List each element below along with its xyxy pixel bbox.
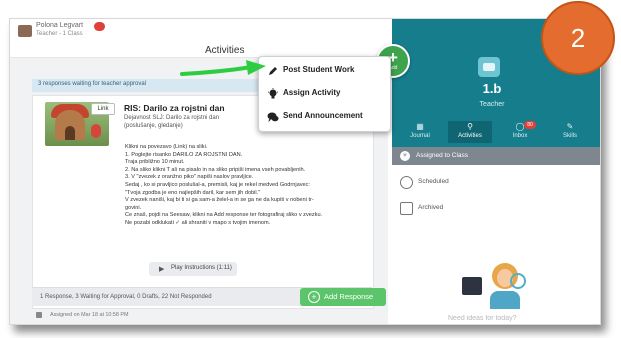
class-role: Teacher: [479, 101, 505, 108]
response-status-text: 1 Response, 3 Waiting for Approval, 0 Dr…: [40, 294, 212, 300]
step-number-badge: 2: [541, 1, 615, 75]
approval-banner-text: 3 responses waiting for teacher approval: [38, 81, 147, 87]
instruction-line: V zvezek naniši, kaj bi ti si ga sam-a ž…: [125, 197, 314, 204]
tab-skills-label: Skills: [562, 133, 577, 139]
menu-item-label: Assign Activity: [283, 88, 341, 97]
assigned-to-class-label: Assigned to Class: [416, 152, 469, 159]
play-instructions-button[interactable]: ▶ Play Instructions (1:11): [149, 262, 237, 276]
scheduled-label: Scheduled: [418, 178, 449, 185]
tab-skills[interactable]: ✎ Skills: [548, 121, 592, 143]
top-bar: Polona Legvart Teacher - 1 Class Activit…: [10, 19, 388, 58]
instruction-line: Traja približno 10 minut.: [125, 159, 185, 166]
archived-label: Archived: [418, 204, 444, 211]
tab-journal[interactable]: ▦ Journal: [398, 121, 442, 143]
menu-item-label: Post Student Work: [283, 65, 355, 74]
scheduled-row[interactable]: Scheduled: [392, 171, 600, 193]
ideas-prompt[interactable]: Need ideas for today?: [448, 315, 517, 322]
instruction-line: govini.: [125, 204, 142, 211]
instruction-line: Ne pozabi odklukati ✓ ali shraniti v map…: [125, 219, 271, 226]
book-icon: ▦: [416, 122, 424, 131]
play-instructions-label: Play Instructions (1:11): [171, 265, 232, 271]
arrow-annotation-icon: [180, 60, 266, 76]
thumbnail-character: [91, 124, 101, 138]
thumbnail-door: [65, 126, 75, 140]
teacher-illustration: [462, 259, 542, 309]
archive-icon: [400, 202, 413, 215]
clock-icon: [400, 176, 413, 189]
chalkboard-illustration: [462, 277, 482, 295]
response-status-bar: 1 Response, 3 Waiting for Approval, 0 Dr…: [32, 287, 386, 306]
activity-subtitle-2: (poslušanje, gledanje): [124, 123, 183, 129]
class-icon-face: [483, 63, 495, 71]
notification-badge: [94, 22, 105, 31]
skills-icon: ✎: [566, 122, 574, 131]
tab-inbox-label: Inbox: [512, 133, 528, 139]
add-response-button[interactable]: + Add Response: [300, 288, 386, 306]
user-name: Polona Legvart: [36, 22, 84, 29]
plus-circle-icon: +: [308, 291, 320, 303]
instruction-line: 1. Poglejte risanko DARILO ZA ROJSTNI DA…: [125, 151, 243, 158]
inbox-count-badge: 80: [524, 121, 536, 129]
link-chip[interactable]: Link: [91, 103, 115, 115]
menu-item-post-student-work[interactable]: Post Student Work: [259, 60, 390, 82]
menu-item-assign-activity[interactable]: Assign Activity: [259, 83, 390, 105]
illustration-body: [490, 291, 520, 309]
assigned-date: Assigned on Mar 18 at 10:58 PM: [50, 312, 129, 318]
activity-instructions: Klikni na povezavo (Link) na sliki. 1. P…: [125, 144, 363, 228]
tab-inbox[interactable]: ◯ Inbox 80: [498, 121, 542, 143]
tab-activities-label: Activities: [458, 133, 482, 139]
add-menu: Post Student Work Assign Activity Send A…: [258, 56, 391, 132]
menu-item-send-announcement[interactable]: Send Announcement: [259, 106, 390, 128]
lightbulb-icon: [267, 88, 279, 99]
menu-item-label: Send Announcement: [283, 111, 363, 120]
calendar-icon: [36, 312, 42, 318]
step-number: 2: [570, 23, 586, 53]
instruction-line: Če znaš, pojdi na Seesaw, klikni na Add …: [125, 212, 323, 219]
chat-bubbles-icon: [267, 112, 279, 122]
activity-subtitle: Dejavnost SLJ: Darilo za rojstni dan: [124, 115, 220, 121]
play-icon: ▶: [159, 266, 165, 273]
lightbulb-icon: ⚲: [467, 122, 473, 131]
class-icon: [478, 57, 500, 77]
instruction-line: 2. Na sliko klikni T ali na pisalo in na…: [125, 166, 306, 173]
activity-title: RIS: Darilo za rojstni dan: [124, 103, 225, 113]
archived-row[interactable]: Archived: [392, 197, 600, 219]
user-class: Teacher - 1 Class: [36, 31, 83, 37]
instruction-line: Sedaj , ko si pravljico poslušal-a, prem…: [125, 181, 310, 188]
add-response-label: Add Response: [324, 292, 374, 301]
page-title: Activities: [205, 45, 245, 56]
magnifier-illustration: [510, 273, 526, 289]
instruction-line: 3. V "zvezek z oranžno piko" napiši nasl…: [125, 174, 254, 181]
instruction-line: "Tvoja zgodba je eno najlepših daril, ka…: [125, 189, 261, 196]
avatar[interactable]: [18, 25, 32, 37]
instruction-line: Klikni na povezavo (Link) na sliki.: [125, 144, 208, 150]
lightbulb-icon: ☀: [400, 151, 410, 161]
tab-activities[interactable]: ⚲ Activities: [448, 121, 492, 143]
class-name: 1.b: [482, 81, 502, 96]
assigned-to-class-row[interactable]: ☀ Assigned to Class: [392, 147, 600, 165]
class-tabs: ▦ Journal ⚲ Activities ◯ Inbox 80 ✎ Skil…: [392, 121, 600, 143]
tab-journal-label: Journal: [410, 133, 430, 139]
